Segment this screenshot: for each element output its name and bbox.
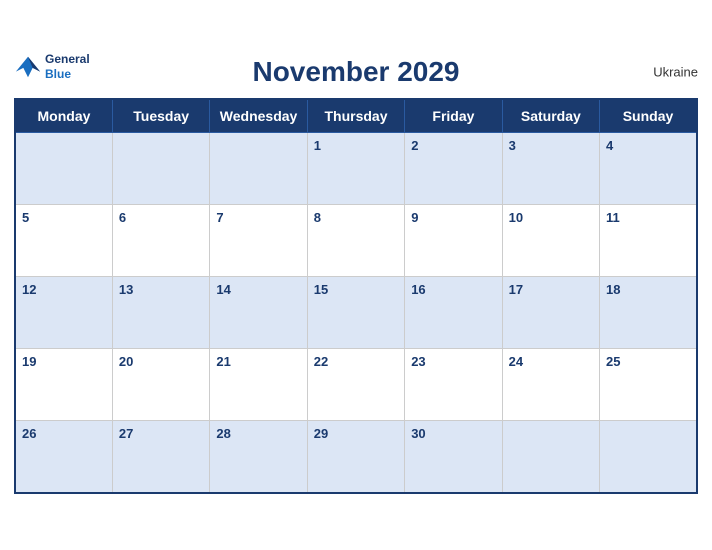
calendar-title: November 2029 (252, 56, 459, 88)
day-cell-27: 27 (112, 421, 209, 493)
day-number-4: 4 (606, 138, 613, 153)
day-cell-5: 5 (15, 205, 112, 277)
empty-cell (15, 133, 112, 205)
day-cell-23: 23 (405, 349, 502, 421)
day-cell-3: 3 (502, 133, 599, 205)
day-number-18: 18 (606, 282, 620, 297)
week-row-5: 26 27 28 29 30 (15, 421, 697, 493)
day-cell-2: 2 (405, 133, 502, 205)
day-number-3: 3 (509, 138, 516, 153)
header-sunday: Sunday (600, 99, 697, 133)
day-number-30: 30 (411, 426, 425, 441)
logo-bird-icon (14, 53, 42, 81)
day-number-12: 12 (22, 282, 36, 297)
day-cell-15: 15 (307, 277, 404, 349)
empty-cell (600, 421, 697, 493)
weekday-header-row: Monday Tuesday Wednesday Thursday Friday… (15, 99, 697, 133)
day-cell-18: 18 (600, 277, 697, 349)
day-cell-4: 4 (600, 133, 697, 205)
day-cell-7: 7 (210, 205, 307, 277)
day-number-2: 2 (411, 138, 418, 153)
day-number-28: 28 (216, 426, 230, 441)
day-cell-26: 26 (15, 421, 112, 493)
header-friday: Friday (405, 99, 502, 133)
header-saturday: Saturday (502, 99, 599, 133)
day-number-8: 8 (314, 210, 321, 225)
day-number-6: 6 (119, 210, 126, 225)
day-cell-16: 16 (405, 277, 502, 349)
day-cell-21: 21 (210, 349, 307, 421)
week-row-4: 19 20 21 22 23 24 25 (15, 349, 697, 421)
day-cell-17: 17 (502, 277, 599, 349)
day-cell-24: 24 (502, 349, 599, 421)
week-row-3: 12 13 14 15 16 17 18 (15, 277, 697, 349)
day-number-9: 9 (411, 210, 418, 225)
header-wednesday: Wednesday (210, 99, 307, 133)
day-number-5: 5 (22, 210, 29, 225)
day-number-26: 26 (22, 426, 36, 441)
day-number-17: 17 (509, 282, 523, 297)
header-monday: Monday (15, 99, 112, 133)
day-cell-11: 11 (600, 205, 697, 277)
day-cell-25: 25 (600, 349, 697, 421)
day-number-16: 16 (411, 282, 425, 297)
day-cell-22: 22 (307, 349, 404, 421)
day-number-19: 19 (22, 354, 36, 369)
calendar-body: 1234567891011121314151617181920212223242… (15, 133, 697, 493)
empty-cell (112, 133, 209, 205)
empty-cell (210, 133, 307, 205)
day-number-25: 25 (606, 354, 620, 369)
day-number-13: 13 (119, 282, 133, 297)
day-number-22: 22 (314, 354, 328, 369)
day-cell-19: 19 (15, 349, 112, 421)
calendar-container: General Blue November 2029 Ukraine Monda… (0, 42, 712, 508)
day-cell-14: 14 (210, 277, 307, 349)
logo-text: General Blue (45, 52, 90, 81)
day-number-27: 27 (119, 426, 133, 441)
day-number-24: 24 (509, 354, 523, 369)
day-cell-8: 8 (307, 205, 404, 277)
empty-cell (502, 421, 599, 493)
day-number-10: 10 (509, 210, 523, 225)
day-cell-20: 20 (112, 349, 209, 421)
day-number-15: 15 (314, 282, 328, 297)
day-number-14: 14 (216, 282, 230, 297)
logo-area: General Blue (14, 52, 90, 81)
day-number-11: 11 (606, 210, 620, 225)
country-label: Ukraine (653, 65, 698, 80)
header-tuesday: Tuesday (112, 99, 209, 133)
calendar-grid: Monday Tuesday Wednesday Thursday Friday… (14, 98, 698, 494)
logo-blue: Blue (45, 67, 90, 81)
day-number-20: 20 (119, 354, 133, 369)
week-row-2: 5 6 7 8 9 10 11 (15, 205, 697, 277)
day-number-7: 7 (216, 210, 223, 225)
logo-general: General (45, 52, 90, 66)
day-cell-28: 28 (210, 421, 307, 493)
day-cell-30: 30 (405, 421, 502, 493)
day-cell-13: 13 (112, 277, 209, 349)
day-number-1: 1 (314, 138, 321, 153)
day-number-29: 29 (314, 426, 328, 441)
day-cell-1: 1 (307, 133, 404, 205)
day-cell-12: 12 (15, 277, 112, 349)
day-cell-29: 29 (307, 421, 404, 493)
day-cell-9: 9 (405, 205, 502, 277)
header-thursday: Thursday (307, 99, 404, 133)
day-number-23: 23 (411, 354, 425, 369)
day-cell-10: 10 (502, 205, 599, 277)
day-cell-6: 6 (112, 205, 209, 277)
calendar-header: General Blue November 2029 Ukraine (14, 52, 698, 92)
day-number-21: 21 (216, 354, 230, 369)
week-row-1: 1 2 3 4 (15, 133, 697, 205)
